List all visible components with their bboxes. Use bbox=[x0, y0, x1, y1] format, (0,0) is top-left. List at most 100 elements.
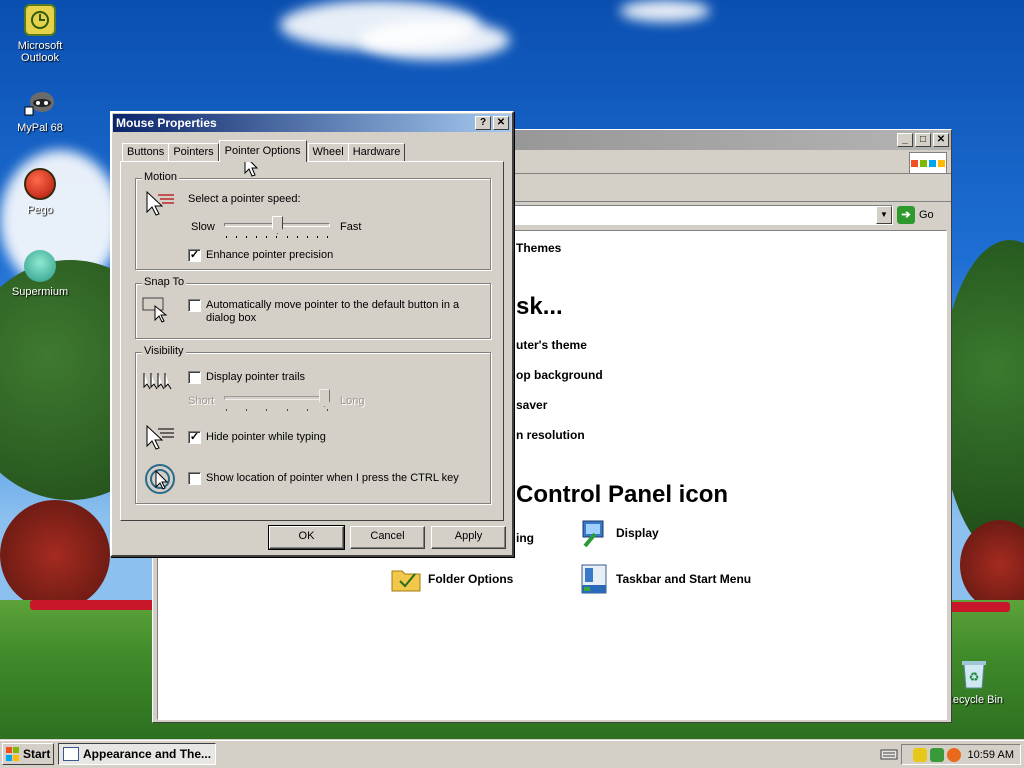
window-icon bbox=[63, 747, 79, 761]
cp-item-label: Folder Options bbox=[428, 572, 514, 586]
flowerbed bbox=[30, 600, 155, 610]
cloud bbox=[360, 20, 510, 60]
search-icon[interactable] bbox=[946, 747, 961, 762]
pointer-trails-checkbox[interactable] bbox=[188, 371, 201, 384]
link-screen-resolution[interactable]: n resolution bbox=[516, 428, 585, 442]
cp-item-partial[interactable]: ing bbox=[516, 531, 534, 545]
start-button[interactable]: Start bbox=[2, 743, 54, 765]
clock[interactable]: 10:59 AM bbox=[968, 749, 1014, 761]
network-icon[interactable] bbox=[929, 747, 944, 762]
hide-pointer-icon bbox=[144, 423, 178, 453]
tab-pointer-options[interactable]: Pointer Options bbox=[218, 140, 307, 162]
pointer-speed-icon bbox=[144, 189, 178, 219]
task-heading: sk... bbox=[516, 293, 563, 320]
cp-item-label: Taskbar and Start Menu bbox=[616, 572, 752, 586]
keyboard-icon[interactable] bbox=[880, 747, 898, 761]
cloud bbox=[620, 0, 710, 22]
tab-pointers[interactable]: Pointers bbox=[168, 143, 219, 162]
icon-heading: Control Panel icon bbox=[516, 481, 729, 508]
pointer-speed-slider[interactable] bbox=[224, 216, 330, 238]
enhance-precision-checkbox[interactable]: ✓ bbox=[188, 249, 201, 262]
raccoon-icon bbox=[24, 86, 56, 118]
link-change-theme[interactable]: uter's theme bbox=[516, 338, 587, 352]
ctrl-locate-icon bbox=[144, 463, 178, 494]
link-themes[interactable]: Themes bbox=[516, 241, 561, 255]
hide-pointer-checkbox[interactable]: ✓ bbox=[188, 431, 201, 444]
dialog-title: Mouse Properties bbox=[116, 116, 217, 130]
slow-label: Slow bbox=[191, 221, 215, 233]
link-screen-saver[interactable]: saver bbox=[516, 398, 547, 412]
desktop-icon-label: Pego bbox=[27, 204, 53, 216]
pointer-trails-slider[interactable] bbox=[224, 389, 330, 411]
desktop-icon-label: Outlook bbox=[21, 52, 59, 64]
svg-text:♻: ♻ bbox=[969, 670, 980, 684]
ok-button[interactable]: OK bbox=[268, 525, 345, 550]
taskbar-item-appearance[interactable]: Appearance and The... bbox=[58, 743, 216, 765]
hide-pointer-label: Hide pointer while typing bbox=[206, 431, 326, 443]
dialog-titlebar: Mouse Properties ? ✕ bbox=[113, 114, 511, 132]
tab-wheel[interactable]: Wheel bbox=[307, 143, 349, 162]
supermium-icon bbox=[24, 250, 56, 282]
visibility-group: Visibility Display pointer trails Short … bbox=[135, 345, 491, 504]
pointer-trails-icon bbox=[142, 367, 176, 397]
snap-to-icon bbox=[142, 294, 176, 324]
close-button[interactable]: ✕ bbox=[933, 133, 949, 147]
link-desktop-background[interactable]: op background bbox=[516, 368, 603, 382]
slider-thumb[interactable] bbox=[272, 216, 283, 234]
tab-strip: Buttons Pointers Pointer Options Wheel H… bbox=[122, 140, 406, 162]
cp-item-display[interactable]: Display bbox=[578, 517, 659, 549]
help-button[interactable]: ? bbox=[475, 116, 491, 130]
desktop-icon-label: Microsoft bbox=[17, 40, 63, 52]
system-tray: 10:59 AM bbox=[901, 744, 1021, 765]
cp-item-label: ing bbox=[516, 531, 534, 545]
ctrl-locate-label: Show location of pointer when I press th… bbox=[206, 472, 459, 484]
go-label: Go bbox=[919, 209, 934, 221]
speed-label: Select a pointer speed: bbox=[188, 193, 301, 205]
short-label: Short bbox=[188, 395, 215, 407]
flowerbed bbox=[950, 602, 1010, 612]
windows-flag-icon bbox=[909, 152, 947, 174]
mouse-properties-dialog: Mouse Properties ? ✕ Buttons Pointers Po… bbox=[110, 111, 514, 557]
desktop-icon-pego[interactable]: Pego bbox=[0, 168, 80, 216]
maximize-button[interactable]: □ bbox=[915, 133, 931, 147]
tree bbox=[960, 520, 1024, 610]
cancel-button[interactable]: Cancel bbox=[350, 526, 425, 549]
long-label: Long bbox=[340, 395, 365, 407]
cp-item-taskbar[interactable]: Taskbar and Start Menu bbox=[578, 563, 751, 595]
snap-to-group: Snap To Automatically move pointer to th… bbox=[135, 276, 491, 339]
recycle-bin-icon: ♻ bbox=[958, 658, 990, 690]
start-label: Start bbox=[23, 747, 51, 761]
visibility-legend: Visibility bbox=[142, 345, 186, 357]
pego-icon bbox=[24, 168, 56, 200]
slider-thumb[interactable] bbox=[319, 389, 330, 407]
tab-buttons[interactable]: Buttons bbox=[122, 143, 170, 162]
pointer-trails-label: Display pointer trails bbox=[206, 371, 306, 383]
desktop-icon-mypal[interactable]: MyPal 68 bbox=[0, 86, 80, 134]
go-arrow-icon: ➔ bbox=[897, 206, 915, 224]
outlook-icon bbox=[24, 4, 56, 36]
tree bbox=[0, 500, 110, 610]
minimize-button[interactable]: _ bbox=[897, 133, 913, 147]
desktop-icon-outlook[interactable]: Microsoft Outlook bbox=[0, 4, 80, 64]
desktop-icon-supermium[interactable]: Supermium bbox=[0, 250, 80, 298]
close-button[interactable]: ✕ bbox=[493, 116, 509, 130]
ctrl-locate-checkbox[interactable] bbox=[188, 472, 201, 485]
taskbar-item-label: Appearance and The... bbox=[83, 747, 212, 761]
tree bbox=[940, 240, 1024, 560]
desktop-icon-label: MyPal 68 bbox=[17, 122, 63, 134]
dropdown-arrow-icon[interactable]: ▼ bbox=[876, 206, 892, 224]
snap-to-label-line2: dialog box bbox=[206, 312, 257, 324]
cp-item-folder-options[interactable]: Folder Options bbox=[390, 563, 513, 595]
tab-hardware[interactable]: Hardware bbox=[347, 143, 406, 162]
shield-icon[interactable] bbox=[912, 747, 927, 762]
cp-item-label: Display bbox=[616, 526, 659, 540]
pointer-options-panel: Motion Select a pointer speed: Slow Fast… bbox=[120, 161, 504, 521]
address-input[interactable]: ▼ bbox=[493, 205, 893, 225]
enhance-precision-label: Enhance pointer precision bbox=[206, 249, 334, 261]
windows-logo-icon bbox=[6, 747, 20, 761]
apply-button[interactable]: Apply bbox=[431, 526, 506, 549]
go-button[interactable]: ➔ Go bbox=[897, 206, 934, 224]
snap-to-checkbox[interactable] bbox=[188, 299, 201, 312]
taskbar: Start Appearance and The... 10:59 AM bbox=[0, 740, 1024, 768]
folder-icon bbox=[390, 563, 422, 595]
